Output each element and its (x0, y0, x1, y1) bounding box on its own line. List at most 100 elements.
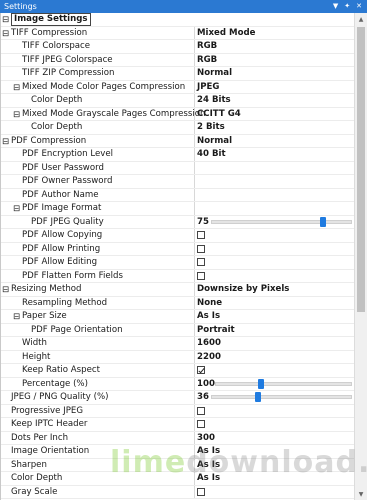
slider-thumb[interactable] (320, 216, 327, 227)
checkbox[interactable] (197, 244, 205, 253)
property-row[interactable]: PDF Allow Copying (1, 229, 354, 243)
property-row[interactable]: ⊟ Mixed Mode Color Pages Compression JPEG (1, 80, 354, 94)
collapse-icon[interactable]: ⊟ (13, 110, 20, 120)
property-row[interactable]: Keep Ratio Aspect (1, 364, 354, 378)
property-value[interactable]: JPEG (194, 80, 354, 93)
property-row[interactable]: JPEG / PNG Quality (%) 36 (1, 391, 354, 405)
property-value[interactable]: RGB (194, 53, 354, 66)
property-value[interactable] (194, 229, 354, 242)
property-row[interactable]: Percentage (%) 100 (1, 377, 354, 391)
property-value[interactable] (194, 161, 354, 174)
property-row[interactable]: Color Depth 2 Bits (1, 121, 354, 135)
property-row[interactable]: PDF JPEG Quality 75 (1, 215, 354, 229)
value-slider[interactable] (211, 216, 352, 229)
checkbox[interactable] (197, 487, 205, 496)
property-value[interactable]: As Is (194, 445, 354, 458)
property-value[interactable]: Normal (194, 134, 354, 147)
property-row[interactable]: Resampling Method None (1, 296, 354, 310)
checkbox[interactable] (197, 406, 205, 415)
slider-thumb[interactable] (257, 378, 264, 389)
property-value[interactable] (194, 188, 354, 201)
property-row[interactable]: Progressive JPEG (1, 404, 354, 418)
pin-icon[interactable]: ✦ (344, 3, 350, 10)
property-value[interactable]: CCITT G4 (194, 107, 354, 120)
category-header[interactable]: Image Settings (11, 13, 91, 26)
property-row[interactable]: ⊟ Mixed Mode Grayscale Pages Compression C… (1, 107, 354, 121)
property-row[interactable]: PDF Allow Printing (1, 242, 354, 256)
property-row[interactable]: Dots Per Inch 300 (1, 431, 354, 445)
scroll-down-icon[interactable]: ▼ (355, 488, 367, 500)
property-row[interactable]: Sharpen As Is (1, 458, 354, 472)
property-row[interactable]: ⊟ TIFF Compression Mixed Mode (1, 26, 354, 40)
slider-thumb[interactable] (254, 392, 261, 403)
property-row[interactable]: PDF Encryption Level 40 Bit (1, 148, 354, 162)
property-row[interactable]: Height 2200 (1, 350, 354, 364)
property-row[interactable]: ⊟ Resizing Method Downsize by Pixels (1, 283, 354, 297)
property-value[interactable]: As Is (194, 472, 354, 485)
property-value[interactable]: Portrait (194, 323, 354, 336)
property-row[interactable]: Color Depth 24 Bits (1, 94, 354, 108)
checkbox-checked[interactable] (197, 366, 205, 375)
property-row[interactable]: TIFF ZIP Compression Normal (1, 67, 354, 81)
value-slider[interactable] (215, 378, 352, 391)
property-value[interactable] (194, 485, 354, 498)
collapse-icon[interactable]: ⊟ (13, 204, 20, 214)
property-value[interactable]: Downsize by Pixels (194, 283, 354, 296)
property-row[interactable]: Gray Scale (1, 485, 354, 499)
property-value[interactable]: As Is (194, 310, 354, 323)
chevron-down-icon[interactable]: ▼ (333, 3, 338, 10)
collapse-icon[interactable]: ⊟ (2, 285, 9, 295)
collapse-icon[interactable]: ⊟ (13, 83, 20, 93)
property-row[interactable]: ⊟ PDF Compression Normal (1, 134, 354, 148)
property-row[interactable]: ⊟ Image Settings (1, 13, 354, 27)
property-value[interactable] (194, 175, 354, 188)
property-row[interactable]: PDF Owner Password (1, 175, 354, 189)
property-row[interactable]: PDF Flatten Form Fields (1, 269, 354, 283)
property-value[interactable]: 40 Bit (194, 148, 354, 161)
property-value[interactable]: Mixed Mode (194, 26, 354, 39)
property-value[interactable]: 36 (194, 391, 354, 404)
property-row[interactable]: Color Depth As Is (1, 472, 354, 486)
collapse-icon[interactable]: ⊟ (2, 29, 9, 39)
vertical-scrollbar[interactable]: ▲ ▼ (354, 13, 367, 500)
slider-track[interactable] (211, 392, 352, 403)
property-value[interactable]: 24 Bits (194, 94, 354, 107)
property-row[interactable]: TIFF JPEG Colorspace RGB (1, 53, 354, 67)
checkbox[interactable] (197, 420, 205, 429)
property-value[interactable]: 1600 (194, 337, 354, 350)
value-slider[interactable] (211, 391, 352, 404)
property-value[interactable] (194, 404, 354, 417)
collapse-icon[interactable]: ⊟ (2, 137, 9, 147)
checkbox[interactable] (197, 258, 205, 267)
scroll-up-icon[interactable]: ▲ (355, 13, 367, 25)
property-row[interactable]: PDF User Password (1, 161, 354, 175)
collapse-icon[interactable]: ⊟ (13, 312, 20, 322)
collapse-icon[interactable]: ⊟ (2, 15, 9, 25)
property-row[interactable]: PDF Page Orientation Portrait (1, 323, 354, 337)
property-value[interactable]: None (194, 296, 354, 309)
property-value[interactable] (194, 256, 354, 269)
property-value[interactable]: Normal (194, 67, 354, 80)
scrollbar-thumb[interactable] (357, 27, 365, 312)
property-row[interactable]: Image Orientation As Is (1, 445, 354, 459)
property-value[interactable] (194, 418, 354, 431)
property-value[interactable]: 75 (194, 215, 354, 229)
slider-track[interactable] (215, 378, 352, 389)
property-row[interactable]: TIFF Colorspace RGB (1, 40, 354, 54)
property-row[interactable]: ⊟ PDF Image Format (1, 202, 354, 216)
property-row[interactable]: Keep IPTC Header (1, 418, 354, 432)
property-row[interactable]: PDF Allow Editing (1, 256, 354, 270)
property-value[interactable]: 300 (194, 431, 354, 444)
property-value[interactable] (194, 202, 354, 215)
property-row[interactable]: ⊟ Paper Size As Is (1, 310, 354, 324)
property-value[interactable] (194, 269, 354, 282)
property-row[interactable]: PDF Author Name (1, 188, 354, 202)
property-value[interactable]: 2200 (194, 350, 354, 363)
property-value[interactable]: RGB (194, 40, 354, 53)
property-row[interactable]: Width 1600 (1, 337, 354, 351)
close-icon[interactable]: ✕ (356, 3, 362, 10)
property-value[interactable] (194, 364, 354, 377)
checkbox[interactable] (197, 271, 205, 280)
property-value[interactable]: 2 Bits (194, 121, 354, 134)
checkbox[interactable] (197, 231, 205, 240)
